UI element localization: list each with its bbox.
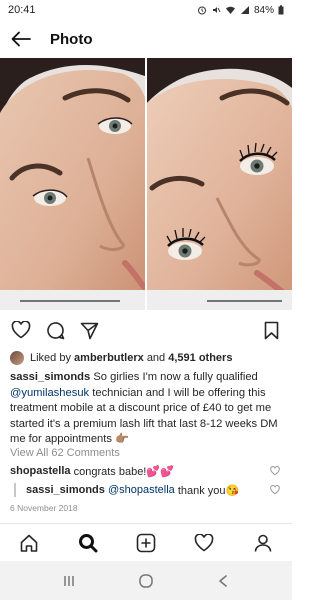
caption-text-1: So girlies I'm now a fully qualified <box>93 371 258 383</box>
comment-username[interactable]: sassi_simonds <box>26 484 105 496</box>
arrow-left-icon <box>11 31 31 47</box>
comment-mention[interactable]: @shopastella <box>108 484 175 496</box>
liked-by-prefix: Liked by <box>30 352 71 364</box>
post-date: 6 November 2018 <box>10 503 78 513</box>
liked-by-user[interactable]: amberbutlerx <box>74 352 144 364</box>
tab-home[interactable] <box>16 530 42 556</box>
home-icon <box>20 534 38 552</box>
caption-emoji: 👉🏽 <box>115 433 130 445</box>
heart-icon <box>195 533 214 551</box>
post-photo[interactable] <box>0 58 292 310</box>
signal-icon <box>240 5 250 15</box>
battery-icon <box>278 5 284 15</box>
page-title: Photo <box>50 30 93 48</box>
tab-search[interactable] <box>75 530 101 556</box>
like-button[interactable] <box>10 319 32 341</box>
status-time: 20:41 <box>8 4 36 16</box>
system-nav-bar <box>0 561 292 600</box>
comment-reply-item: sassi_simonds @shopastella thank you😘 <box>10 481 286 499</box>
comment-username[interactable]: shopastella <box>10 465 71 477</box>
heart-icon <box>11 321 31 339</box>
status-bar: 20:41 84% <box>0 0 292 20</box>
comment-icon <box>46 321 64 339</box>
recent-apps-button[interactable] <box>57 569 81 593</box>
reply-indicator <box>14 483 16 497</box>
liked-by-and: and <box>146 352 166 364</box>
person-icon <box>254 534 272 552</box>
likes-count[interactable]: 4,591 others <box>168 352 232 364</box>
comment-like-icon[interactable] <box>270 466 280 476</box>
tab-add[interactable] <box>133 530 159 556</box>
battery-percent: 84% <box>253 4 274 16</box>
caption-username[interactable]: sassi_simonds <box>10 371 90 383</box>
save-button[interactable] <box>260 319 282 341</box>
tab-profile[interactable] <box>250 530 276 556</box>
comment-text: thank you😘 <box>177 484 240 497</box>
add-icon <box>136 533 156 552</box>
mute-icon <box>211 5 221 15</box>
post-caption: sassi_simonds So girlies I'm now a fully… <box>10 370 286 448</box>
likes-summary[interactable]: Liked by amberbutlerx and 4,591 others <box>10 349 286 367</box>
share-button[interactable] <box>78 319 100 341</box>
alarm-icon <box>197 5 207 15</box>
photo-after <box>147 58 292 310</box>
view-all-comments-link[interactable]: View All 62 Comments <box>10 447 120 459</box>
comment-item: shopastella congrats babe!💕💕 <box>10 463 286 479</box>
status-icons: 84% <box>197 5 284 16</box>
bottom-tab-bar <box>0 523 292 561</box>
chevron-left-icon <box>219 574 228 587</box>
back-button[interactable] <box>10 28 32 50</box>
bookmark-icon <box>264 321 278 339</box>
photo-before <box>0 58 145 310</box>
app-header: Photo <box>0 20 292 58</box>
search-icon <box>78 533 98 552</box>
wifi-icon <box>225 5 236 15</box>
home-circle-icon <box>139 573 153 588</box>
back-nav-button[interactable] <box>211 569 235 593</box>
avatar <box>10 351 24 365</box>
recents-icon <box>63 575 74 586</box>
comment-button[interactable] <box>44 319 66 341</box>
tab-activity[interactable] <box>191 530 217 556</box>
caption-mention[interactable]: @yumilashesuk <box>10 387 89 399</box>
home-nav-button[interactable] <box>134 569 158 593</box>
paper-plane-icon <box>80 322 98 339</box>
comment-like-icon[interactable] <box>270 485 280 495</box>
post-actions <box>0 315 292 345</box>
comment-text: congrats babe!💕💕 <box>73 465 174 478</box>
